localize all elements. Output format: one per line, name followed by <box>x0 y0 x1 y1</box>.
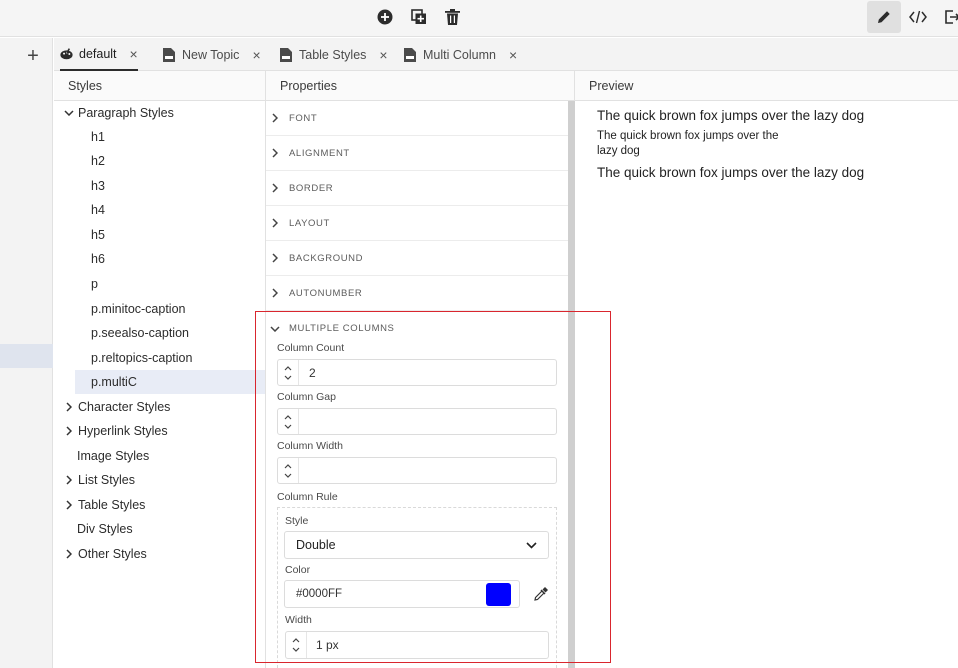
chevron-right-icon <box>64 500 74 510</box>
left-rail: + <box>0 38 53 668</box>
section-font[interactable]: FONT <box>266 101 568 136</box>
width-stepper[interactable]: 1 px <box>285 631 549 659</box>
tree-item-div-styles[interactable]: Div Styles <box>77 517 133 541</box>
column-width-label: Column Width <box>277 440 343 452</box>
duplicate-icon[interactable] <box>409 7 429 27</box>
tree-item-h1[interactable]: h1 <box>91 125 105 149</box>
document-icon <box>280 47 293 62</box>
stepper-arrows-icon[interactable] <box>286 632 307 658</box>
preview-panel-header: Preview <box>575 71 958 101</box>
column-width-stepper[interactable] <box>277 457 557 484</box>
style-label: Style <box>285 515 309 527</box>
section-background[interactable]: BACKGROUND <box>266 241 568 276</box>
column-count-stepper[interactable]: 2 <box>277 359 557 386</box>
preview-line-1: The quick brown fox jumps over the lazy … <box>597 108 865 123</box>
tab-multi-column[interactable]: Multi Column × <box>404 38 517 71</box>
tree-item-h2[interactable]: h2 <box>91 149 105 173</box>
tree-item-h5[interactable]: h5 <box>91 223 105 247</box>
color-input[interactable]: #0000FF <box>284 580 520 608</box>
tab-new-topic[interactable]: New Topic × <box>163 38 261 71</box>
document-icon <box>404 47 417 62</box>
color-label: Color <box>285 564 311 576</box>
tree-item-list-styles[interactable]: List Styles <box>64 468 135 492</box>
column-rule-label: Column Rule <box>277 491 338 503</box>
close-icon[interactable]: × <box>252 47 260 63</box>
color-swatch[interactable] <box>486 583 511 606</box>
tab-label: Table Styles <box>299 47 367 62</box>
tree-item-paragraph-styles[interactable]: Paragraph Styles <box>64 101 174 125</box>
style-value: Double <box>296 538 336 552</box>
column-gap-label: Column Gap <box>277 391 336 403</box>
column-count-value: 2 <box>309 365 316 380</box>
tree-item-h6[interactable]: h6 <box>91 247 105 271</box>
chevron-right-icon <box>270 218 280 228</box>
tree-item-h3[interactable]: h3 <box>91 174 105 198</box>
trash-icon[interactable] <box>442 7 462 27</box>
tree-item-image-styles[interactable]: Image Styles <box>77 444 149 468</box>
preview-line-2a: The quick brown fox jumps over the <box>597 130 779 142</box>
rail-selection-indicator <box>0 344 53 368</box>
section-multiple-columns[interactable]: MULTIPLE COLUMNS <box>266 311 568 346</box>
chevron-right-icon <box>64 402 74 412</box>
section-autonumber[interactable]: AUTONUMBER <box>266 276 568 311</box>
exit-icon[interactable] <box>935 1 958 33</box>
chevron-right-icon <box>64 426 74 436</box>
tab-label: Multi Column <box>423 47 496 62</box>
properties-scrollbar[interactable] <box>568 101 575 668</box>
chevron-right-icon <box>270 148 280 158</box>
stepper-arrows-icon[interactable] <box>278 360 299 385</box>
tab-default[interactable]: default × <box>60 38 138 71</box>
tree-item-h4[interactable]: h4 <box>91 198 105 222</box>
tab-label: New Topic <box>182 47 240 62</box>
tree-item-character-styles[interactable]: Character Styles <box>64 395 170 419</box>
properties-panel-header: Properties <box>266 71 575 101</box>
section-border[interactable]: BORDER <box>266 171 568 206</box>
tree-item-hyperlink-styles[interactable]: Hyperlink Styles <box>64 419 168 443</box>
column-gap-stepper[interactable] <box>277 408 557 435</box>
add-style-button[interactable]: + <box>22 46 44 68</box>
chevron-right-icon <box>64 549 74 559</box>
chevron-right-icon <box>270 288 280 298</box>
tree-item-minitoc-caption[interactable]: p.minitoc-caption <box>91 297 186 321</box>
chevron-right-icon <box>64 475 74 485</box>
preview-line-3: The quick brown fox jumps over the lazy … <box>597 165 865 180</box>
section-alignment[interactable]: ALIGNMENT <box>266 136 568 171</box>
tree-item-seealso-caption[interactable]: p.seealso-caption <box>91 321 189 345</box>
tab-table-styles[interactable]: Table Styles × <box>280 38 388 71</box>
tree-item-multic[interactable]: p.multiC <box>75 370 265 394</box>
chevron-down-icon <box>526 538 537 552</box>
color-value: #0000FF <box>296 588 343 600</box>
tree-item-p[interactable]: p <box>91 272 98 296</box>
width-value: 1 px <box>316 638 339 652</box>
eyedropper-icon[interactable] <box>532 585 550 603</box>
chevron-right-icon <box>270 253 280 263</box>
plus-circle-icon[interactable] <box>375 7 395 27</box>
preview-line-2b: lazy dog <box>597 145 640 157</box>
tree-item-reltopics-caption[interactable]: p.reltopics-caption <box>91 346 192 370</box>
pencil-icon[interactable] <box>867 1 901 33</box>
code-icon[interactable] <box>901 1 935 33</box>
chevron-right-icon <box>270 183 280 193</box>
document-icon <box>163 47 176 62</box>
chevron-down-icon <box>270 324 280 334</box>
stepper-arrows-icon[interactable] <box>278 409 299 434</box>
chevron-right-icon <box>270 113 280 123</box>
close-icon[interactable]: × <box>379 47 387 63</box>
chevron-down-icon <box>64 108 74 118</box>
tab-bar: default × New Topic × Table Styles × Mul… <box>54 38 958 71</box>
section-layout[interactable]: LAYOUT <box>266 206 568 241</box>
close-icon[interactable]: × <box>130 46 138 62</box>
stepper-arrows-icon[interactable] <box>278 458 299 483</box>
top-toolbar <box>0 0 958 37</box>
tab-label: default <box>79 46 117 61</box>
width-label: Width <box>285 614 312 626</box>
close-icon[interactable]: × <box>509 47 517 63</box>
tree-item-table-styles[interactable]: Table Styles <box>64 493 145 517</box>
styles-panel-header: Styles <box>54 71 266 101</box>
column-count-label: Column Count <box>277 342 345 354</box>
palette-icon <box>60 47 73 61</box>
tree-item-other-styles[interactable]: Other Styles <box>64 542 147 566</box>
style-select[interactable]: Double <box>284 531 549 559</box>
